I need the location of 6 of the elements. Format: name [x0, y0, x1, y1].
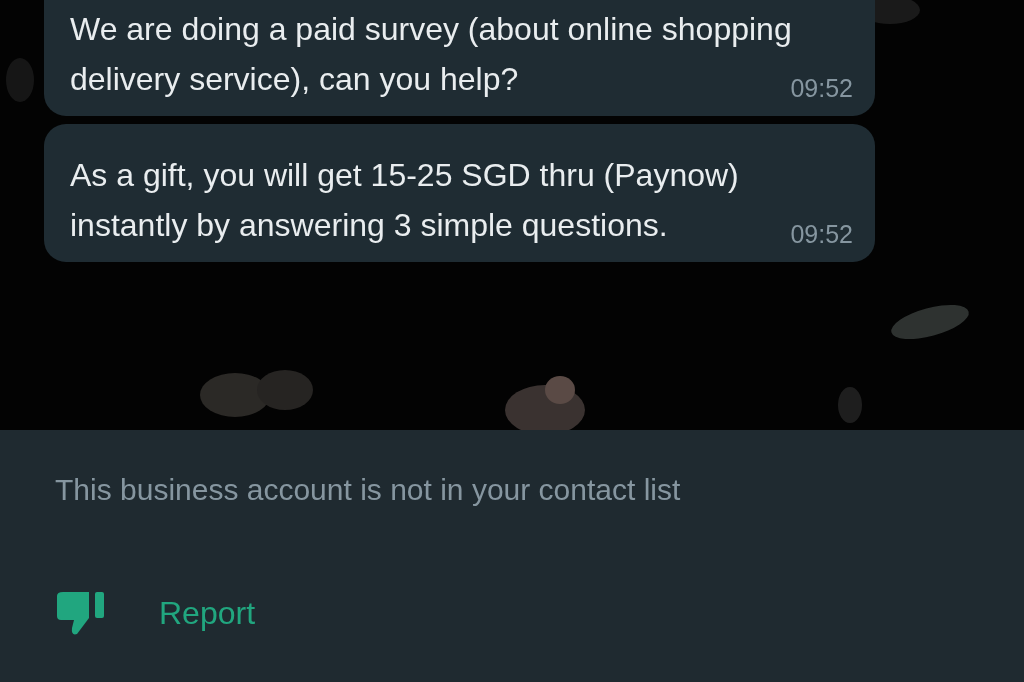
message-text: As a gift, you will get 15-25 SGD thru (Paynow) instantly by answering 3 simple questions. 09:52	[70, 150, 853, 250]
message-time: 09:52	[790, 73, 853, 104]
report-button[interactable]: Report	[55, 590, 256, 636]
message-text: We are doing a paid survey (about online shopping delivery service), can you help? 09:52	[70, 4, 853, 104]
notice-text: This business account is not in your contact list	[55, 472, 682, 508]
message-time: 09:52	[790, 219, 853, 250]
